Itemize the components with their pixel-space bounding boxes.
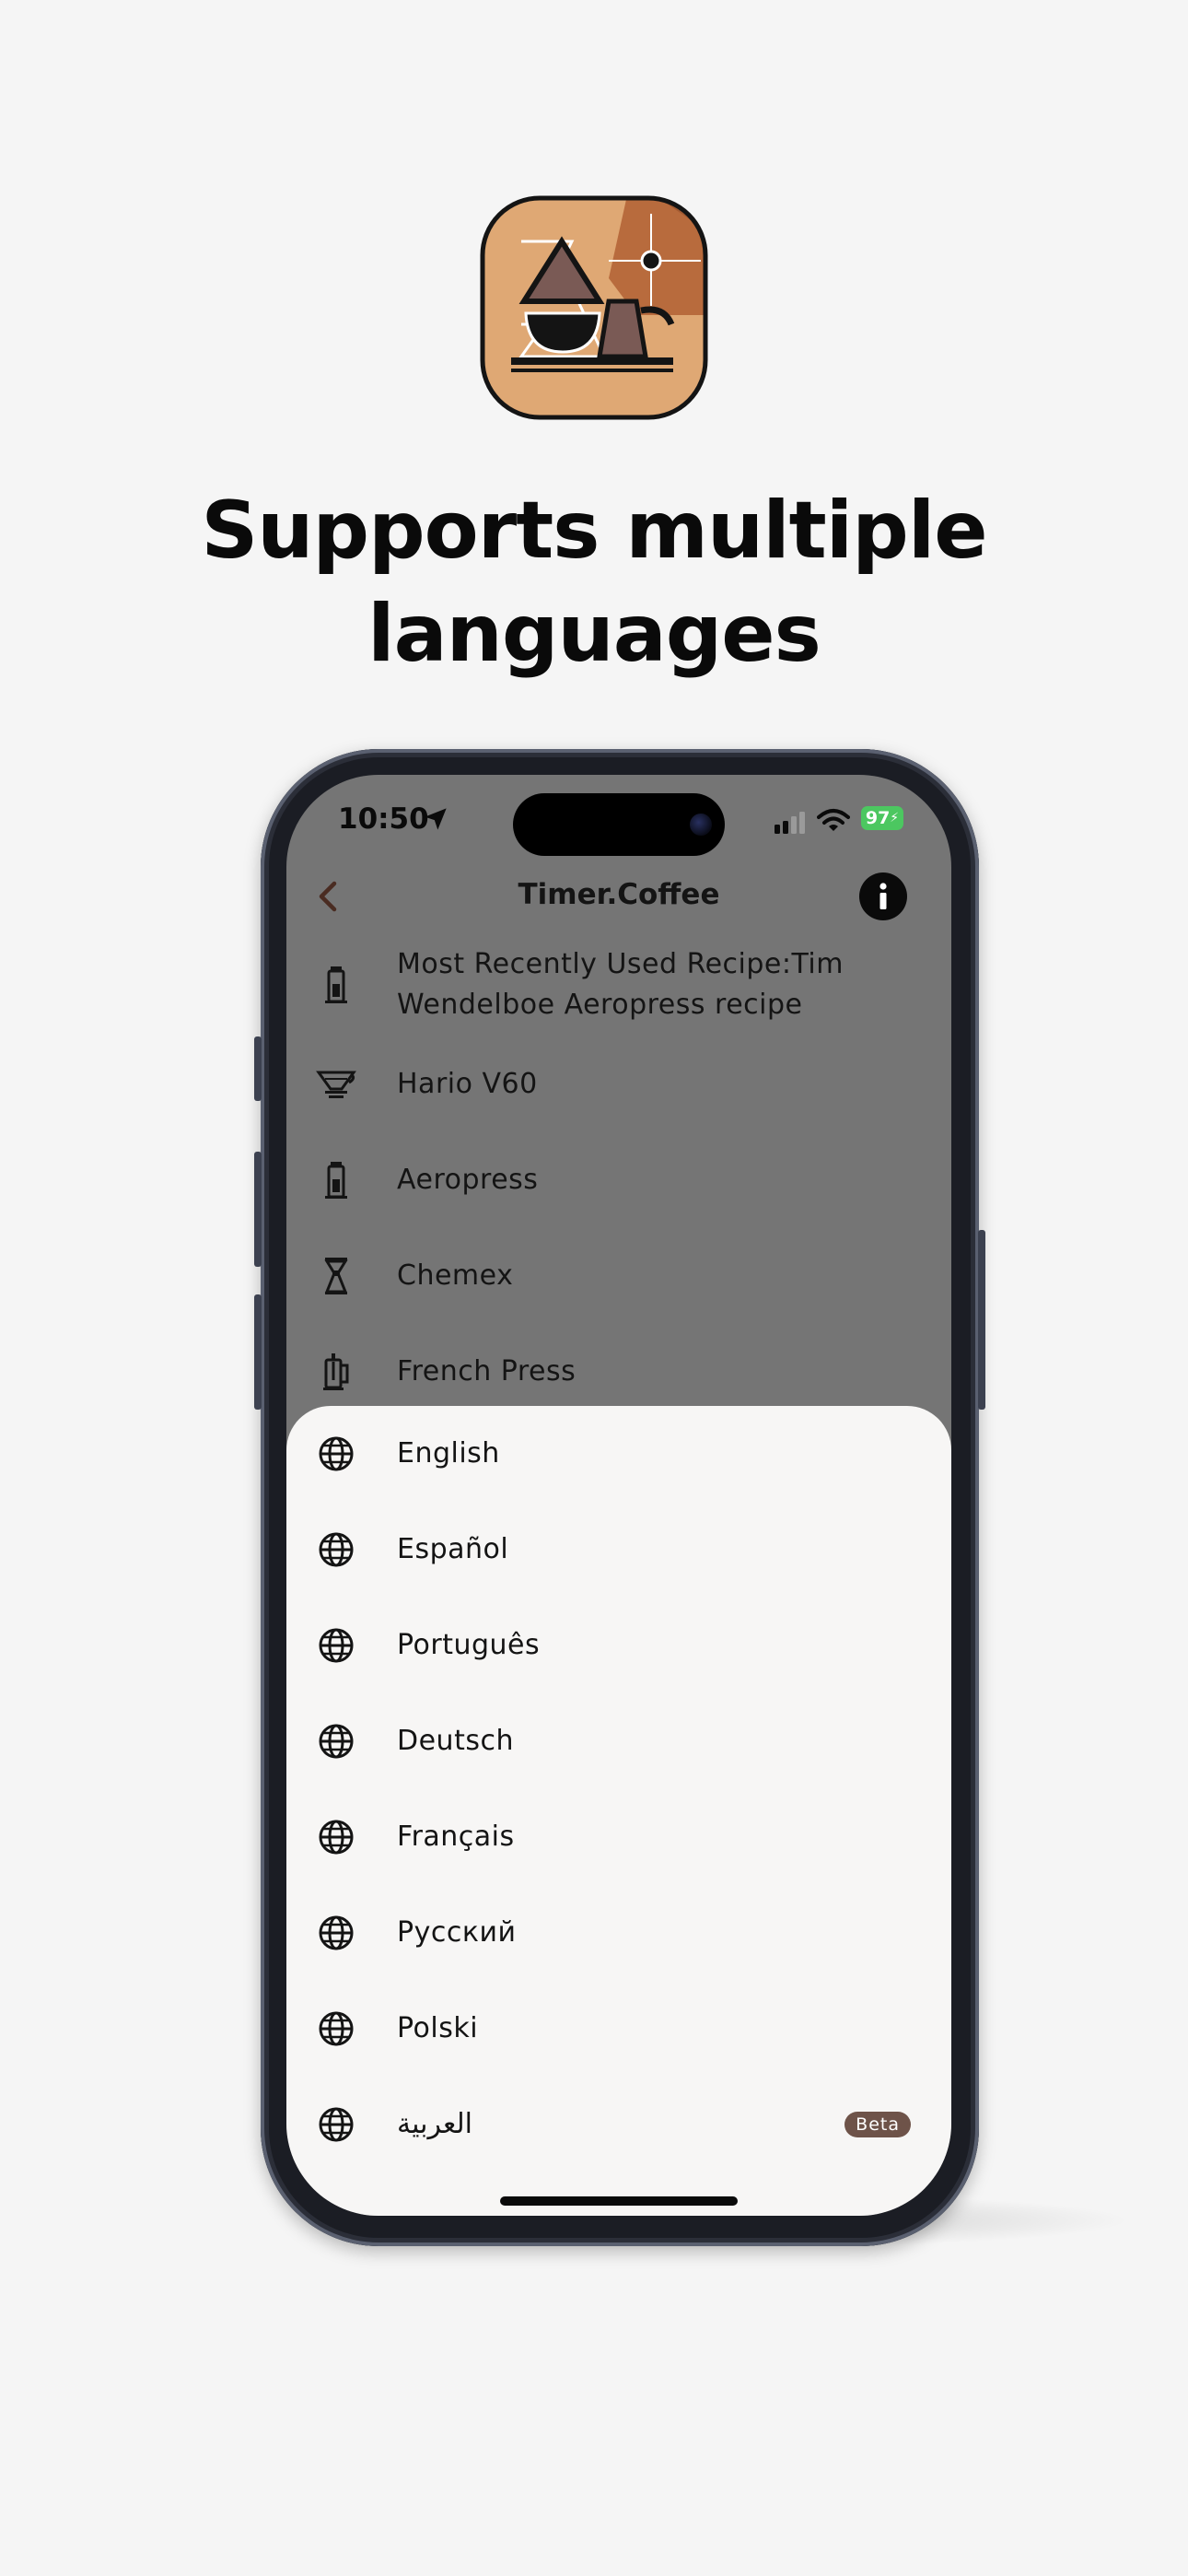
v60-dripper-icon	[314, 1062, 358, 1107]
dynamic-island	[513, 793, 725, 856]
language-option-arabic[interactable]: العربية Beta	[286, 2077, 951, 2172]
globe-icon	[314, 1911, 358, 1955]
status-bar: 10:50 97 ⚡	[286, 775, 951, 860]
timer-coffee-app-icon	[480, 195, 708, 420]
aeropress-icon	[314, 963, 358, 1007]
app-title: Timer.Coffee	[518, 878, 720, 911]
language-option-russian[interactable]: Русский	[286, 1885, 951, 1981]
wifi-icon	[817, 809, 850, 831]
app-bar: Timer.Coffee	[286, 860, 951, 933]
action-button	[254, 1036, 262, 1101]
recent-recipe-line-2: Wendelboe Aeropress recipe	[397, 989, 803, 1021]
brew-method-list: Most Recently Used Recipe:Tim Wendelboe …	[286, 933, 951, 1420]
battery-indicator: 97 ⚡	[861, 806, 903, 830]
globe-icon	[314, 2102, 358, 2147]
language-label: Português	[397, 1629, 541, 1661]
language-option-english[interactable]: English	[286, 1406, 951, 1502]
globe-icon	[314, 2007, 358, 2051]
language-option-polski[interactable]: Polski	[286, 1981, 951, 2077]
volume-down-button	[254, 1294, 262, 1410]
language-label: English	[397, 1437, 500, 1469]
globe-icon	[314, 1815, 358, 1859]
aeropress-icon	[314, 1158, 358, 1202]
power-button	[978, 1230, 985, 1410]
french-press-icon	[314, 1350, 358, 1394]
globe-icon	[314, 1719, 358, 1763]
language-label: Español	[397, 1533, 509, 1565]
globe-icon	[314, 1528, 358, 1572]
headline-line-2: languages	[367, 588, 821, 680]
beta-badge: Beta	[844, 2112, 911, 2137]
list-item-label: Hario V60	[397, 1068, 538, 1100]
language-option-francais[interactable]: Français	[286, 1789, 951, 1885]
signal-icon	[775, 812, 805, 834]
home-indicator[interactable]	[500, 2196, 738, 2206]
language-option-portugues[interactable]: Português	[286, 1598, 951, 1693]
list-item-chemex[interactable]: Chemex	[286, 1228, 951, 1324]
battery-level: 97	[865, 808, 891, 828]
language-label: Deutsch	[397, 1725, 514, 1757]
globe-icon	[314, 1623, 358, 1668]
language-label: Polski	[397, 2012, 479, 2044]
headline-line-1: Supports multiple	[201, 485, 987, 577]
language-label: العربية	[397, 2108, 472, 2140]
recent-recipe-line-1: Most Recently Used Recipe:Tim	[397, 948, 844, 980]
list-item-label: French Press	[397, 1355, 577, 1388]
list-item-hario-v60[interactable]: Hario V60	[286, 1036, 951, 1132]
language-label: Русский	[397, 1916, 517, 1949]
list-item-label: Aeropress	[397, 1164, 539, 1196]
language-bottom-sheet: English Español Português Deutsch França…	[286, 1406, 951, 2216]
location-arrow-icon	[425, 808, 447, 830]
chemex-icon	[314, 1254, 358, 1298]
language-label: Français	[397, 1821, 515, 1853]
info-icon	[879, 883, 887, 909]
language-option-espanol[interactable]: Español	[286, 1502, 951, 1598]
globe-icon	[314, 1432, 358, 1476]
language-option-deutsch[interactable]: Deutsch	[286, 1693, 951, 1789]
list-item-label: Chemex	[397, 1259, 514, 1292]
list-item-recent-recipe[interactable]: Most Recently Used Recipe:Tim Wendelboe …	[286, 933, 951, 1036]
list-item-aeropress[interactable]: Aeropress	[286, 1132, 951, 1228]
phone-screen: 10:50 97 ⚡ Timer.Coffee Most Recently Us…	[286, 775, 951, 2216]
status-time: 10:50	[338, 802, 429, 836]
info-button[interactable]	[859, 872, 907, 920]
headline: Supports multiple languages	[0, 479, 1188, 685]
list-item-label: Most Recently Used Recipe:Tim Wendelboe …	[397, 944, 844, 1025]
volume-up-button	[254, 1152, 262, 1267]
camera-icon	[690, 814, 712, 836]
